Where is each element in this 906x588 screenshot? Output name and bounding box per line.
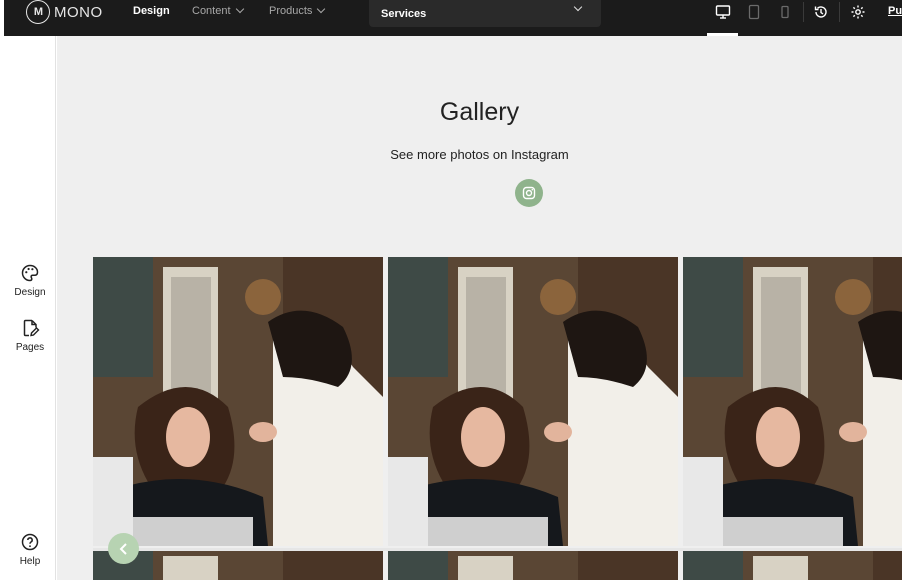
nav-content[interactable]: Content [192, 4, 244, 17]
gallery-photo[interactable] [388, 551, 678, 580]
page-canvas: Gallery See more photos on Instagram [57, 36, 902, 580]
nav-design[interactable]: Design [133, 5, 170, 17]
palette-icon [21, 264, 39, 282]
chevron-down-icon [235, 4, 244, 14]
help-icon [21, 533, 39, 551]
nav-products[interactable]: Products [269, 4, 326, 17]
gallery-photo[interactable] [388, 257, 678, 546]
gallery-photo[interactable] [93, 257, 383, 546]
rail-help-label: Help [19, 556, 41, 567]
toolbar-divider [803, 2, 804, 22]
tablet-icon[interactable] [744, 2, 764, 22]
gallery-prev-button[interactable] [108, 533, 139, 564]
gallery-subtitle[interactable]: See more photos on Instagram [57, 147, 902, 162]
logo-text: MONO [54, 3, 103, 21]
gallery-photo[interactable] [683, 551, 902, 580]
instagram-icon [522, 186, 536, 200]
rail-pages-label: Pages [15, 342, 45, 353]
chevron-left-icon [119, 542, 127, 555]
page-selector[interactable]: Services [369, 0, 601, 27]
desktop-icon[interactable] [713, 2, 733, 22]
page-selector-value: Services [381, 7, 427, 20]
mobile-icon[interactable] [775, 2, 795, 22]
gallery-photo[interactable] [683, 257, 902, 546]
page-edit-icon [23, 319, 40, 337]
history-icon[interactable] [811, 2, 831, 22]
rail-design-label: Design [14, 287, 46, 298]
logo-mark: M [26, 0, 50, 24]
chevron-down-icon [317, 4, 326, 14]
chevron-down-icon [573, 2, 583, 12]
editor-window: M MONO Design Content Products Services [4, 0, 902, 580]
publish-link[interactable]: Pu [888, 5, 902, 17]
left-rail: Design Pages Help [4, 36, 56, 580]
rail-design-button[interactable]: Design [4, 263, 56, 298]
nav-content-label: Content [192, 5, 231, 17]
instagram-button[interactable] [515, 179, 543, 207]
top-bar: M MONO Design Content Products Services [4, 0, 902, 36]
logo[interactable]: M MONO [26, 0, 103, 24]
toolbar-divider [839, 2, 840, 22]
settings-icon[interactable] [848, 2, 868, 22]
rail-pages-button[interactable]: Pages [4, 318, 56, 353]
rail-help-button[interactable]: Help [4, 532, 56, 567]
nav-products-label: Products [269, 5, 313, 17]
gallery-title[interactable]: Gallery [57, 98, 902, 127]
nav-design-label: Design [133, 5, 170, 17]
